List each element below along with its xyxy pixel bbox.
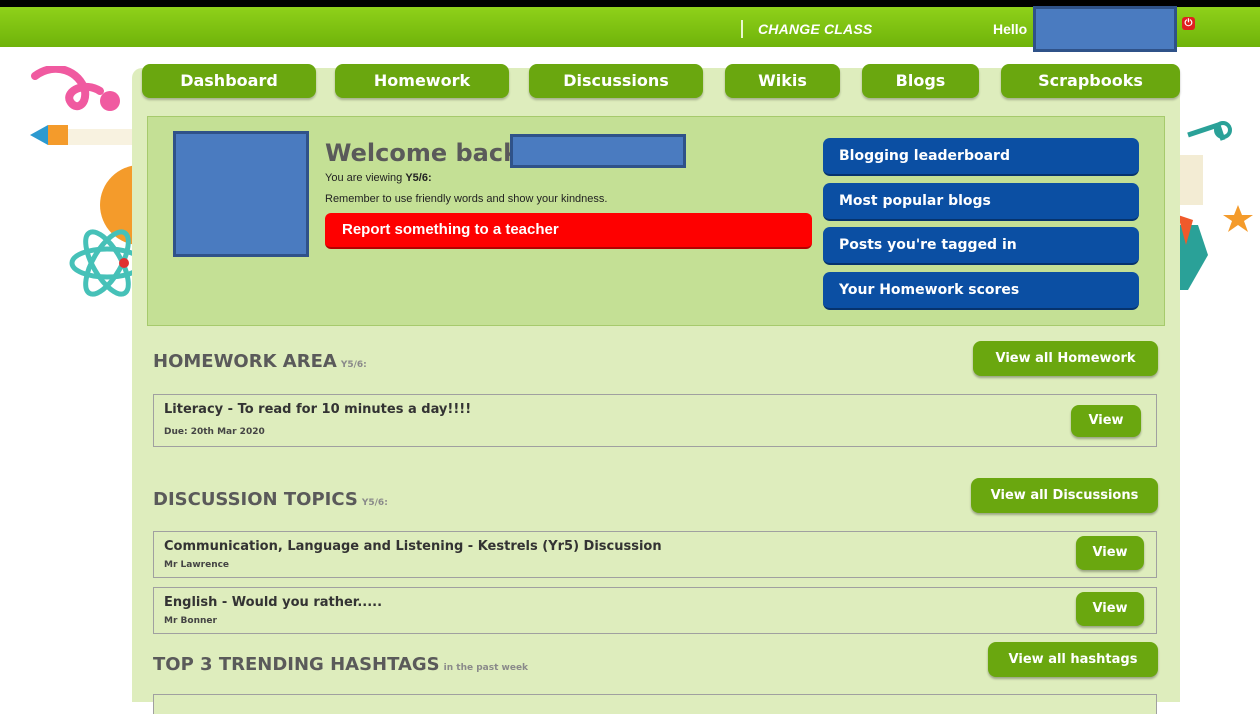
view-all-hashtags-button[interactable]: View all hashtags: [988, 642, 1158, 677]
homework-item-title[interactable]: Literacy - To read for 10 minutes a day!…: [164, 402, 471, 417]
redacted-username: [1033, 6, 1177, 52]
hashtag-list: [153, 694, 1157, 714]
hello-text: Hello: [993, 21, 1028, 37]
science-decoration: [1178, 121, 1253, 290]
discussion-item-author: Mr Bonner: [164, 616, 217, 626]
discussion-view-button-1[interactable]: View: [1076, 536, 1144, 570]
homework-area-heading: HOMEWORK AREA Y5/6:: [153, 351, 367, 372]
discussion-view-button-2[interactable]: View: [1076, 592, 1144, 626]
homework-area-title: HOMEWORK AREA: [153, 351, 337, 372]
remember-text: Remember to use friendly words and show …: [325, 193, 608, 205]
discussion-item-author: Mr Lawrence: [164, 560, 230, 570]
viewing-class-text: You are viewing Y5/6:: [325, 172, 432, 184]
blogging-leaderboard-button[interactable]: Blogging leaderboard: [823, 138, 1139, 176]
discussion-item: English - Would you rather..... Mr Bonne…: [153, 587, 1157, 634]
viewing-prefix: You are viewing: [325, 172, 403, 184]
tab-homework[interactable]: Homework: [335, 64, 509, 98]
posts-tagged-button[interactable]: Posts you're tagged in: [823, 227, 1139, 265]
homework-scores-button[interactable]: Your Homework scores: [823, 272, 1139, 310]
view-all-homework-button[interactable]: View all Homework: [973, 341, 1158, 376]
atom-decoration: [69, 229, 142, 297]
welcome-title: Welcome back: [325, 139, 520, 167]
discussion-item-title[interactable]: English - Would you rather.....: [164, 595, 382, 610]
homework-view-button[interactable]: View: [1071, 405, 1141, 437]
discussion-topics-heading: DISCUSSION TOPICS Y5/6:: [153, 489, 388, 510]
homework-item-due: Due: 20th Mar 2020: [164, 427, 265, 437]
discussion-item-title[interactable]: Communication, Language and Listening - …: [164, 539, 662, 554]
most-popular-blogs-button[interactable]: Most popular blogs: [823, 183, 1139, 221]
homework-area-class: Y5/6:: [340, 360, 367, 370]
trending-hashtags-heading: TOP 3 TRENDING HASHTAGS in the past week: [153, 654, 528, 675]
tab-scrapbooks[interactable]: Scrapbooks: [1001, 64, 1180, 98]
music-note-decoration: [31, 66, 120, 111]
tab-discussions[interactable]: Discussions: [529, 64, 703, 98]
trending-hashtags-title: TOP 3 TRENDING HASHTAGS: [153, 654, 440, 675]
viewing-class: Y5/6:: [405, 172, 432, 184]
redacted-student-name: [510, 134, 686, 168]
discussion-topics-title: DISCUSSION TOPICS: [153, 489, 358, 510]
avatar: [173, 131, 309, 257]
power-icon[interactable]: ⏻: [1182, 17, 1195, 30]
report-to-teacher-button[interactable]: Report something to a teacher: [325, 213, 812, 249]
tab-dashboard[interactable]: Dashboard: [142, 64, 316, 98]
header-divider: [741, 20, 743, 38]
pencil-decoration: [30, 125, 140, 145]
discussion-item: Communication, Language and Listening - …: [153, 531, 1157, 578]
change-class-link[interactable]: CHANGE CLASS: [758, 21, 872, 37]
view-all-discussions-button[interactable]: View all Discussions: [971, 478, 1158, 513]
tab-wikis[interactable]: Wikis: [725, 64, 840, 98]
discussion-topics-class: Y5/6:: [361, 498, 388, 508]
trending-hashtags-sub: in the past week: [443, 663, 529, 673]
tab-blogs[interactable]: Blogs: [862, 64, 979, 98]
homework-item: Literacy - To read for 10 minutes a day!…: [153, 394, 1157, 447]
